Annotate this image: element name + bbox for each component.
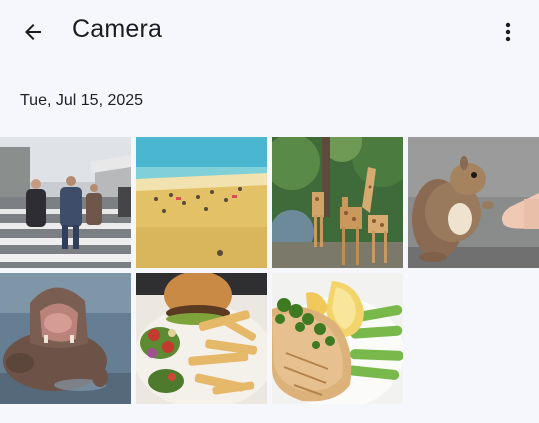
- photo-thumbnail[interactable]: [136, 273, 267, 404]
- page-title: Camera: [72, 15, 163, 43]
- photo-thumbnail[interactable]: [136, 137, 267, 268]
- date-header: Tue, Jul 15, 2025: [20, 92, 144, 109]
- top-app-bar: Camera: [0, 0, 539, 64]
- salmon-photo: [272, 273, 403, 404]
- photo-thumbnail[interactable]: [408, 137, 539, 268]
- photo-thumbnail[interactable]: [272, 137, 403, 268]
- street-photo: [0, 137, 131, 268]
- beach-photo: [136, 137, 267, 268]
- photo-thumbnail[interactable]: [272, 273, 403, 404]
- more-vert-icon: [505, 22, 511, 42]
- photo-thumbnail[interactable]: [0, 273, 131, 404]
- burger-photo: [136, 273, 267, 404]
- photo-thumbnail[interactable]: [0, 137, 131, 268]
- giraffes-photo: [272, 137, 403, 268]
- arrow-back-icon: [25, 24, 41, 40]
- squirrel-photo: [408, 137, 539, 268]
- hippo-photo: [0, 273, 131, 404]
- back-button[interactable]: [14, 14, 52, 50]
- more-options-button[interactable]: [492, 14, 524, 50]
